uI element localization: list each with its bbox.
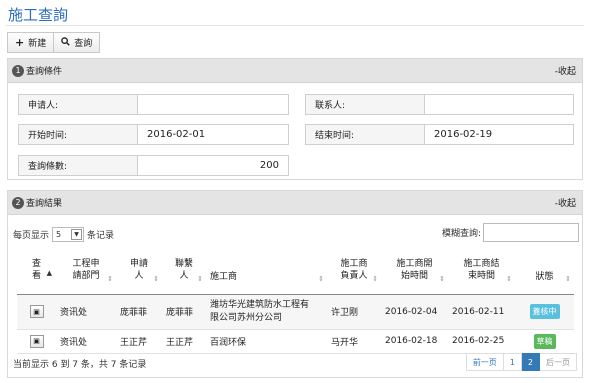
cell-start-time: 2016-02-18: [381, 329, 448, 354]
query-conditions-panel: 1 查詢條件 -收起 申请人: 联系人: 开始时间: 2016-02-01 结束…: [7, 58, 583, 180]
contact-label: 联系人:: [306, 95, 425, 114]
page-size-suffix: 条记录: [87, 231, 115, 241]
toolbar: + 新建 查詢: [7, 32, 101, 53]
page-size-select[interactable]: 5 ▼: [52, 227, 85, 242]
column-header-status[interactable]: 狀態 ⇕: [515, 247, 574, 295]
pagination-info: 当前显示 6 到 7 条，共 7 条记录: [13, 360, 147, 370]
cell-manager: 许卫刚: [327, 294, 381, 330]
view-icon: ▣: [33, 337, 40, 345]
end-time-input[interactable]: 2016-02-19: [425, 125, 573, 144]
step-number-badge: 1: [12, 64, 24, 77]
contact-input[interactable]: [425, 95, 573, 114]
cell-applicant: 王正芹: [116, 329, 162, 354]
applicant-input[interactable]: [138, 95, 288, 114]
table-header-row: 查 看 ▲ 工程申 請部門 ⇕ 申請 人 ⇕ 聯繫 人 ⇕ 施工商 ⇕ 施工商 …: [17, 247, 574, 295]
pagination: 前一页 1 2 后一页: [465, 353, 577, 371]
page-length-control: 每页显示 5 ▼ 条记录: [13, 227, 114, 242]
cell-contractor: 百润环保: [206, 329, 327, 354]
plus-icon: +: [15, 36, 25, 49]
table-row: ▣ 资讯处 庞菲菲 庞菲菲 潍坊华光建筑防水工程有 限公司苏州分公司 许卫刚 2…: [17, 294, 574, 330]
page-2-button[interactable]: 2: [521, 353, 540, 371]
fuzzy-search-control: 模糊查詢:: [442, 223, 579, 242]
page-size-value: 5: [56, 230, 62, 239]
sort-icon: ⇕: [153, 274, 159, 283]
table-row: ▣ 资讯处 王正芹 王正芹 百润环保 马开华 2016-02-18 2016-0…: [17, 329, 574, 354]
cell-end-time: 2016-02-25: [448, 329, 515, 354]
cell-start-time: 2016-02-04: [381, 294, 448, 330]
title-divider: [6, 25, 584, 26]
cell-contact: 王正芹: [162, 329, 206, 354]
conditions-header: 1 查詢條件 -收起: [8, 59, 582, 83]
view-detail-button[interactable]: ▣: [29, 305, 44, 318]
max-results-label: 查詢條數:: [19, 156, 138, 175]
column-header-department[interactable]: 工程申 請部門 ⇕: [56, 247, 116, 295]
page-size-prefix: 每页显示: [13, 231, 50, 241]
view-icon: ▣: [33, 307, 40, 316]
sort-icon: ⇕: [506, 274, 512, 283]
sort-asc-icon: ▲: [46, 268, 52, 277]
column-header-contractor[interactable]: 施工商 ⇕: [206, 247, 327, 295]
conditions-title: 查詢條件: [26, 67, 63, 77]
contact-field: 联系人:: [305, 94, 574, 115]
query-button-label: 查詢: [74, 39, 93, 49]
start-time-input[interactable]: 2016-02-01: [138, 125, 288, 144]
cell-contractor: 潍坊华光建筑防水工程有 限公司苏州分公司: [206, 294, 327, 330]
column-header-manager[interactable]: 施工商 負責人 ⇕: [327, 247, 381, 295]
column-header-start-time[interactable]: 施工商開 始時間 ⇕: [381, 247, 448, 295]
cell-contact: 庞菲菲: [162, 294, 206, 330]
page-title: 施工查詢: [8, 6, 69, 24]
results-table: 查 看 ▲ 工程申 請部門 ⇕ 申請 人 ⇕ 聯繫 人 ⇕ 施工商 ⇕ 施工商 …: [17, 247, 574, 354]
new-button[interactable]: + 新建: [7, 32, 55, 53]
sort-icon: ⇕: [197, 274, 203, 283]
cell-applicant: 庞菲菲: [116, 294, 162, 330]
cell-manager: 马开华: [327, 329, 381, 354]
query-button[interactable]: 查詢: [54, 32, 101, 53]
query-results-panel: 2 查詢結果 -收起 每页显示 5 ▼ 条记录 模糊查詢: 查 看 ▲ 工程申 …: [7, 190, 583, 378]
column-header-view[interactable]: 查 看 ▲: [17, 247, 56, 295]
previous-page-button[interactable]: 前一页: [465, 353, 504, 371]
view-detail-button[interactable]: ▣: [29, 334, 44, 348]
applicant-label: 申请人:: [19, 95, 138, 114]
end-time-label: 结束时间:: [306, 125, 425, 144]
results-header: 2 查詢結果 -收起: [8, 191, 582, 215]
start-time-field: 开始时间: 2016-02-01: [18, 124, 289, 145]
chevron-down-icon: ▼: [71, 229, 83, 240]
max-results-field: 查詢條數: 200: [18, 155, 289, 176]
next-page-button[interactable]: 后一页: [540, 353, 577, 371]
sort-icon: ⇕: [565, 274, 571, 283]
fuzzy-search-label: 模糊查詢:: [441, 229, 481, 239]
collapse-conditions-link[interactable]: -收起: [555, 64, 576, 77]
search-icon: [61, 36, 71, 49]
start-time-label: 开始时间:: [19, 125, 138, 144]
status-badge: 蓋核中: [529, 304, 560, 319]
cell-end-time: 2016-02-11: [448, 294, 515, 330]
fuzzy-search-input[interactable]: [483, 223, 579, 242]
page-1-button[interactable]: 1: [503, 353, 522, 371]
end-time-field: 结束时间: 2016-02-19: [305, 124, 574, 145]
max-results-input[interactable]: 200: [138, 156, 288, 175]
column-header-applicant[interactable]: 申請 人 ⇕: [116, 247, 162, 295]
new-button-label: 新建: [28, 39, 47, 49]
sort-icon: ⇕: [318, 274, 324, 283]
results-title: 查詢結果: [26, 199, 63, 209]
cell-department: 资讯处: [56, 329, 116, 354]
applicant-field: 申请人:: [18, 94, 289, 115]
column-header-end-time[interactable]: 施工商結 束時間 ⇕: [448, 247, 515, 295]
step-number-badge: 2: [12, 196, 24, 209]
collapse-results-link[interactable]: -收起: [555, 196, 576, 209]
status-badge: 草稿: [533, 333, 556, 349]
sort-icon: ⇕: [439, 274, 445, 283]
column-header-contact[interactable]: 聯繫 人 ⇕: [162, 247, 206, 295]
sort-icon: ⇕: [372, 274, 378, 283]
cell-department: 资讯处: [56, 294, 116, 330]
sort-icon: ⇕: [107, 274, 113, 283]
